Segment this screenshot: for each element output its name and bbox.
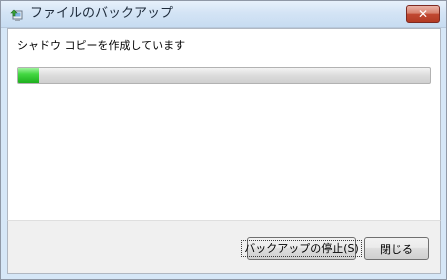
button-bar: バックアップの停止(S) 閉じる	[7, 220, 441, 274]
window-title: ファイルのバックアップ	[30, 6, 174, 21]
stop-backup-button[interactable]: バックアップの停止(S)	[241, 237, 362, 260]
close-window-button[interactable]: ✕	[406, 5, 440, 23]
close-icon: ✕	[417, 7, 429, 21]
close-button[interactable]: 閉じる	[364, 237, 429, 260]
title-bar[interactable]: ファイルのバックアップ ✕	[1, 1, 446, 28]
backup-window: ファイルのバックアップ ✕ シャドウ コピーを作成しています バックアップの停止…	[0, 0, 447, 280]
progress-bar	[17, 67, 431, 84]
content-area: シャドウ コピーを作成しています	[7, 28, 441, 220]
backup-icon	[9, 7, 25, 23]
progress-fill	[18, 68, 39, 83]
status-text: シャドウ コピーを作成しています	[17, 39, 186, 52]
stop-backup-label: バックアップの停止(S)	[241, 240, 362, 257]
